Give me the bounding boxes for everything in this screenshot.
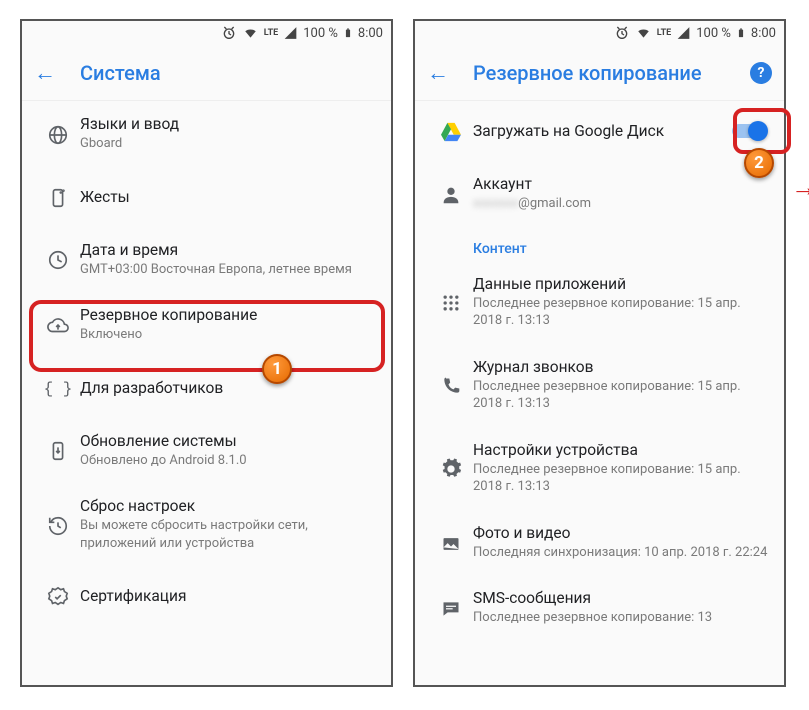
row-backup[interactable]: Резервное копирование Включено [22,292,391,358]
callout-1: 1 [262,354,292,384]
settings-list: Языки и ввод Gboard Жесты Дата и время GMT… [22,101,391,626]
row-sub: Обновлено до Android 8.1.0 [80,452,375,470]
arrow-icon: → [791,172,809,203]
row-title: Фото и видео [473,524,768,542]
status-bar: LTE 100 % 8:00 [415,21,784,45]
page-title: Резервное копирование [473,61,726,85]
row-call-log[interactable]: Журнал звонков Последнее резервное копиро… [415,344,784,427]
apps-icon [429,291,473,313]
row-languages[interactable]: Языки и ввод Gboard [22,101,391,167]
row-sub: Последняя синхронизация: 10 апр. 2018 г.… [473,544,768,562]
row-sub: Последнее резервное копирование: 15 апр.… [473,378,768,413]
row-title: Настройки устройства [473,441,768,459]
phone-right: LTE 100 % 8:00 ← Резервное копирование ?… [413,19,786,687]
row-sub: Включено [80,326,375,344]
lte-label: LTE [264,29,279,38]
app-bar: ← Резервное копирование ? [415,45,784,101]
row-sub: GMT+03:00 Восточная Европа, летнее время [80,261,375,279]
row-title: Дата и время [80,241,375,259]
battery-text: 100 % [696,26,731,41]
signal-icon [283,26,298,40]
clock-text: 8:00 [358,26,383,41]
section-content: Контент [415,227,784,261]
row-developer[interactable]: { } Для разработчиков [22,358,391,418]
app-bar: ← Система [22,45,391,101]
backup-list: Загружать на Google Диск Аккаунт xxxxxxx@… [415,101,784,641]
globe-icon [36,122,80,146]
image-icon [429,532,473,554]
row-sub: Последнее резервное копирование: 15 апр.… [473,295,768,330]
backup-toggle[interactable] [730,121,768,141]
row-sub: Последнее резервное копирование: 13 [473,609,768,627]
row-title: SMS-сообщения [473,589,768,607]
clock-icon [36,247,80,271]
row-title: Загружать на Google Диск [473,122,730,140]
google-drive-icon [429,120,473,142]
lte-label: LTE [657,29,672,38]
signal-icon [676,26,691,40]
row-title: Резервное копирование [80,306,375,324]
wifi-icon [242,26,259,40]
braces-icon: { } [36,378,80,398]
phone-icon [429,374,473,396]
gear-icon [429,456,473,480]
verified-icon [36,584,80,608]
message-icon [429,597,473,619]
row-title: Обновление системы [80,432,375,450]
row-reset[interactable]: Сброс настроек Вы можете сбросить настрой… [22,483,391,566]
row-title: Аккаунт [473,175,768,193]
row-datetime[interactable]: Дата и время GMT+03:00 Восточная Европа, … [22,227,391,293]
callout-2: 2 [744,148,774,178]
account-icon [429,182,473,206]
status-bar: LTE 100 % 8:00 [22,21,391,45]
row-title: Языки и ввод [80,115,375,133]
row-sub: Gboard [80,135,375,153]
row-cert[interactable]: Сертификация [22,566,391,626]
row-update[interactable]: Обновление системы Обновлено до Android 8… [22,418,391,484]
alarm-icon [614,25,630,41]
alarm-icon [221,25,237,41]
row-app-data[interactable]: Данные приложений Последнее резервное коп… [415,261,784,344]
row-title: Журнал звонков [473,358,768,376]
row-gestures[interactable]: Жесты [22,167,391,227]
row-title: Жесты [80,188,375,206]
page-title: Система [80,61,379,85]
battery-icon [343,25,353,41]
back-icon[interactable]: ← [34,60,56,86]
row-sub: Вы можете сбросить настройки сети, прило… [80,517,375,552]
row-title: Сброс настроек [80,497,375,515]
row-title: Сертификация [80,587,375,605]
battery-text: 100 % [303,26,338,41]
wifi-icon [635,26,652,40]
restore-icon [36,513,80,537]
back-icon[interactable]: ← [427,60,449,86]
row-sub: Последнее резервное копирование: 15 апр.… [473,461,768,496]
gesture-icon [36,185,80,209]
phone-left: LTE 100 % 8:00 ← Система Языки и ввод Gbo… [20,19,393,687]
clock-text: 8:00 [751,26,776,41]
battery-icon [736,25,746,41]
system-update-icon [36,438,80,462]
row-account[interactable]: Аккаунт xxxxxxx@gmail.com [415,161,784,227]
row-title: Данные приложений [473,275,768,293]
row-photos[interactable]: Фото и видео Последняя синхронизация: 10 … [415,510,784,576]
account-email: xxxxxxx@gmail.com [473,195,768,213]
row-drive-upload[interactable]: Загружать на Google Диск [415,101,784,161]
row-device-settings[interactable]: Настройки устройства Последнее резервное … [415,427,784,510]
cloud-upload-icon [36,313,80,337]
help-icon[interactable]: ? [750,62,772,84]
row-sms[interactable]: SMS-сообщения Последнее резервное копиров… [415,575,784,641]
row-title: Для разработчиков [80,379,375,397]
